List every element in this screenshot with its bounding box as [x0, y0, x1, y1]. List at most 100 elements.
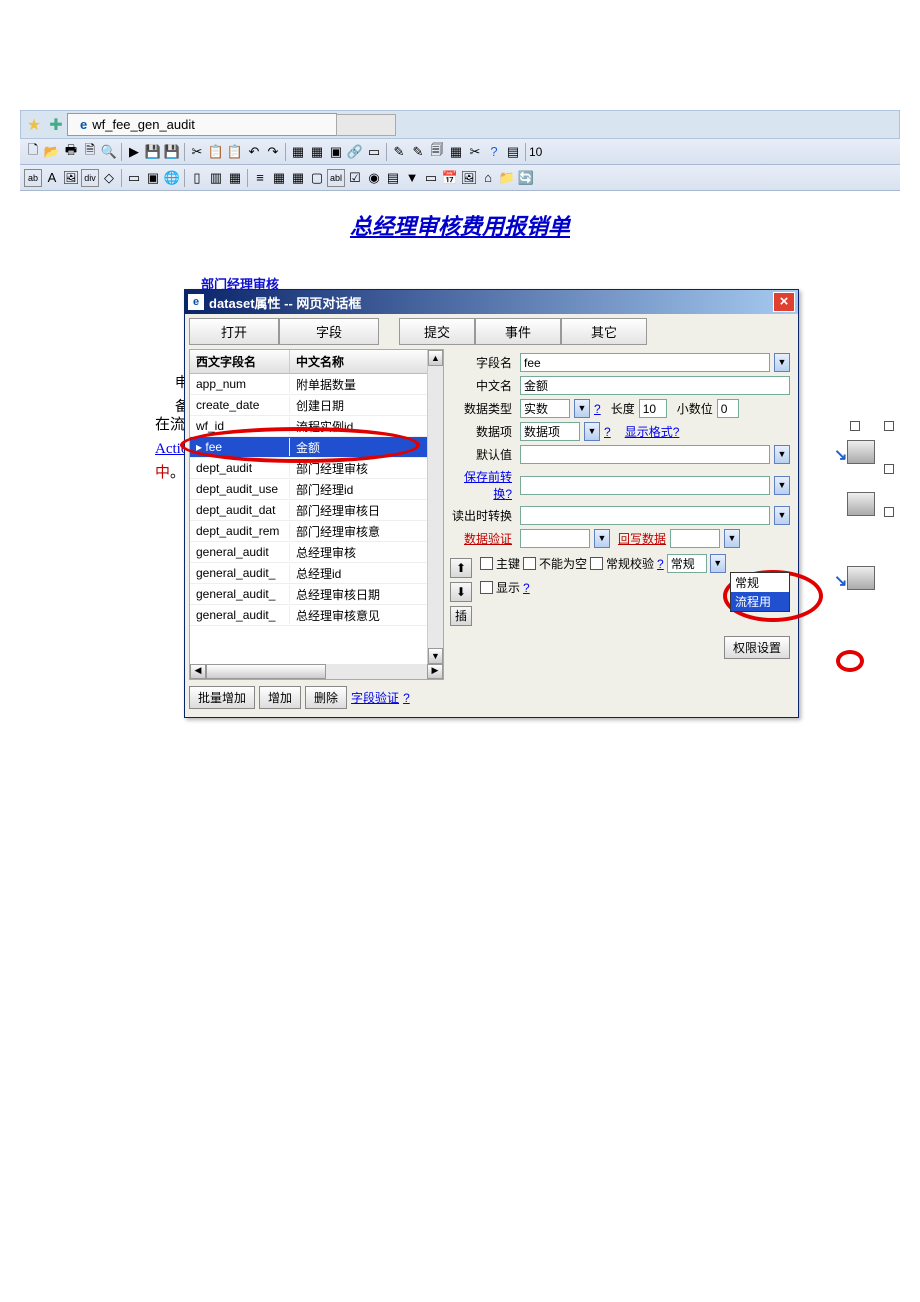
display-checkbox[interactable]: [480, 581, 493, 594]
dropdown-icon[interactable]: ▼: [774, 353, 790, 372]
notnull-checkbox[interactable]: [523, 557, 536, 570]
play-icon[interactable]: ▶: [125, 143, 143, 161]
doc-widget-icon[interactable]: [847, 492, 875, 516]
validation-input[interactable]: [520, 529, 590, 548]
shape-icon[interactable]: ◇: [100, 169, 118, 187]
pre-save-convert-link[interactable]: 保存前转换?: [450, 468, 516, 502]
validation-link[interactable]: 数据验证: [450, 530, 516, 547]
button-c-icon[interactable]: ▭: [422, 169, 440, 187]
textbox-icon[interactable]: ab: [24, 169, 42, 187]
batch-add-button[interactable]: 批量增加: [189, 686, 255, 709]
field-name-input[interactable]: [520, 353, 770, 372]
table-row[interactable]: dept_audit_rem部门经理审核意: [190, 521, 427, 542]
table-row[interactable]: dept_audit_dat部门经理审核日: [190, 500, 427, 521]
tool-icon[interactable]: ✂: [466, 143, 484, 161]
pk-checkbox[interactable]: [480, 557, 493, 570]
radio-icon[interactable]: ◉: [365, 169, 383, 187]
move-down-button[interactable]: ⬇: [450, 582, 472, 602]
edit2-icon[interactable]: ✎: [409, 143, 427, 161]
image-icon[interactable]: 🖼: [62, 169, 80, 187]
doc-icon[interactable]: 🗐: [428, 143, 446, 161]
pre-save-convert-input[interactable]: [520, 476, 770, 495]
table-icon[interactable]: ▦: [270, 169, 288, 187]
delete-button[interactable]: 删除: [305, 686, 347, 709]
scroll-down-icon[interactable]: ▼: [428, 648, 443, 664]
cut-icon[interactable]: ✂: [188, 143, 206, 161]
tab-other[interactable]: 其它: [561, 318, 647, 345]
table-row[interactable]: fee金额: [190, 437, 427, 458]
help-link[interactable]: ?: [403, 691, 410, 705]
help-icon[interactable]: ?: [485, 143, 503, 161]
read-convert-input[interactable]: [520, 506, 770, 525]
add-button[interactable]: 增加: [259, 686, 301, 709]
print-icon[interactable]: 🖶: [62, 143, 80, 161]
calendar-icon[interactable]: 📅: [441, 169, 459, 187]
help-link[interactable]: ?: [594, 402, 601, 416]
table-row[interactable]: wf_id流程实例id: [190, 416, 427, 437]
table-row[interactable]: dept_audit_use部门经理id: [190, 479, 427, 500]
field-icon[interactable]: ▦: [289, 143, 307, 161]
display-format-link[interactable]: 显示格式?: [625, 423, 680, 440]
col-header-en[interactable]: 西文字段名: [190, 350, 290, 373]
decimals-input[interactable]: [717, 399, 739, 418]
favorites-star-icon[interactable]: ★: [25, 116, 43, 134]
dropdown-icon[interactable]: ▼: [584, 422, 600, 441]
table-row[interactable]: create_date创建日期: [190, 395, 427, 416]
home-icon[interactable]: ⌂: [479, 169, 497, 187]
spacer-icon[interactable]: ▯: [188, 169, 206, 187]
dropdown-icon[interactable]: ▼: [774, 506, 790, 525]
default-value-input[interactable]: [520, 445, 770, 464]
category-select[interactable]: [667, 554, 707, 573]
redo-icon[interactable]: ↷: [264, 143, 282, 161]
save-icon[interactable]: 💾: [144, 143, 162, 161]
category-dropdown-open[interactable]: 常规 流程用: [730, 572, 790, 612]
dropdown-option[interactable]: 常规: [731, 573, 789, 592]
scroll-thumb[interactable]: [206, 664, 326, 679]
field-validate-link[interactable]: 字段验证: [351, 689, 399, 706]
input-ab-icon[interactable]: abl: [327, 169, 345, 187]
doc-widget-icon[interactable]: ↘: [847, 566, 875, 590]
text-a-icon[interactable]: A: [43, 169, 61, 187]
dropdown-icon[interactable]: ▼: [710, 554, 726, 573]
data-type-select[interactable]: [520, 399, 570, 418]
file-icon[interactable]: 🗎: [81, 143, 99, 161]
paste-icon[interactable]: 📋: [226, 143, 244, 161]
table-row[interactable]: dept_audit部门经理审核: [190, 458, 427, 479]
lines-icon[interactable]: ≡: [251, 169, 269, 187]
open-folder-icon[interactable]: 📂: [43, 143, 61, 161]
edit-icon[interactable]: ✎: [390, 143, 408, 161]
move-up-button[interactable]: ⬆: [450, 558, 472, 578]
add-favorite-icon[interactable]: ✚: [47, 116, 65, 134]
help-link[interactable]: ?: [657, 557, 664, 571]
dropdown-option-selected[interactable]: 流程用: [731, 592, 789, 611]
group-icon[interactable]: ▣: [144, 169, 162, 187]
dropdown-icon[interactable]: ▼: [403, 169, 421, 187]
data-item-select[interactable]: [520, 422, 580, 441]
prop-icon[interactable]: ▤: [504, 143, 522, 161]
scroll-right-icon[interactable]: ▶: [427, 664, 443, 679]
div-icon[interactable]: div: [81, 169, 99, 187]
field-table[interactable]: 西文字段名 中文名称 app_num附单据数量create_date创建日期wf…: [189, 349, 444, 665]
dropdown-icon[interactable]: ▼: [574, 399, 590, 418]
dropdown-icon[interactable]: ▼: [724, 529, 740, 548]
new-file-icon[interactable]: 🗋: [24, 143, 42, 161]
help-link[interactable]: ?: [523, 581, 530, 595]
routine-check-checkbox[interactable]: [590, 557, 603, 570]
table-row[interactable]: app_num附单据数量: [190, 374, 427, 395]
insert-button[interactable]: 插: [450, 606, 472, 626]
check-icon[interactable]: ☑: [346, 169, 364, 187]
length-input[interactable]: [639, 399, 667, 418]
copy-icon[interactable]: 📋: [207, 143, 225, 161]
col-header-cn[interactable]: 中文名称: [290, 350, 427, 373]
scroll-left-icon[interactable]: ◀: [190, 664, 206, 679]
table-row[interactable]: general_audit_总经理审核日期: [190, 584, 427, 605]
save-all-icon[interactable]: 💾: [163, 143, 181, 161]
preview-icon[interactable]: 🔍: [100, 143, 118, 161]
vertical-scrollbar[interactable]: ▲ ▼: [427, 350, 443, 664]
split-icon[interactable]: ▥: [207, 169, 225, 187]
tab-open[interactable]: 打开: [189, 318, 279, 345]
world-icon[interactable]: 🌐: [163, 169, 181, 187]
table-row[interactable]: general_audit_总经理审核意见: [190, 605, 427, 626]
tab-submit[interactable]: 提交: [399, 318, 475, 345]
undo-icon[interactable]: ↶: [245, 143, 263, 161]
